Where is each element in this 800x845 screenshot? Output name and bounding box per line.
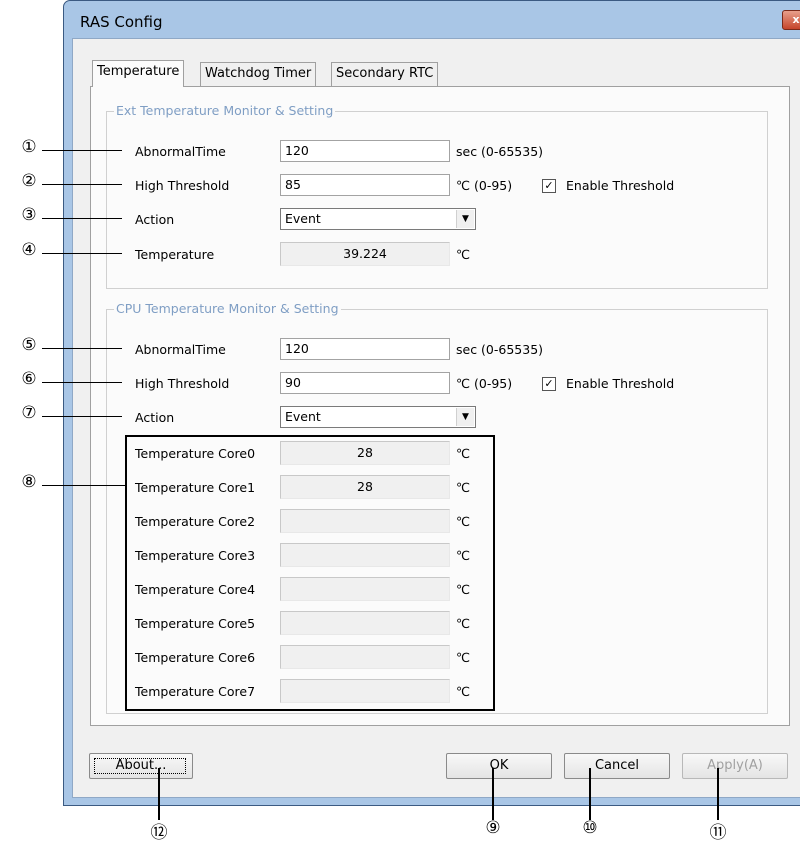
callout-3: ③ bbox=[21, 205, 37, 225]
ext-threshold-input[interactable]: 85 bbox=[280, 174, 450, 196]
leader-line-5 bbox=[42, 348, 122, 349]
chevron-down-icon[interactable]: ▼ bbox=[456, 408, 474, 426]
focus-rectangle bbox=[94, 758, 186, 774]
cpu-action-select[interactable]: Event ▼ bbox=[280, 406, 476, 428]
cpu-abnormaltime-unit: sec (0-65535) bbox=[456, 342, 544, 357]
cpu-action-label: Action bbox=[135, 410, 175, 425]
leader-line-11 bbox=[717, 768, 719, 820]
callout-7: ⑦ bbox=[21, 403, 37, 423]
chevron-down-icon[interactable]: ▼ bbox=[456, 210, 474, 228]
ext-temperature-value: 39.224 bbox=[280, 242, 450, 266]
ext-group-title: Ext Temperature Monitor & Setting bbox=[114, 103, 336, 118]
cpu-enable-threshold-checkbox[interactable]: ✓ bbox=[542, 377, 556, 391]
cancel-button[interactable]: Cancel bbox=[564, 753, 670, 779]
core-temperatures-highlight-box bbox=[125, 435, 495, 711]
callout-10: ⑩ bbox=[582, 818, 598, 838]
cpu-threshold-label: High Threshold bbox=[135, 376, 230, 391]
ext-abnormaltime-input[interactable]: 120 bbox=[280, 140, 450, 162]
cpu-threshold-input[interactable]: 90 bbox=[280, 372, 450, 394]
cpu-enable-threshold-label: Enable Threshold bbox=[566, 376, 675, 391]
ext-action-select[interactable]: Event ▼ bbox=[280, 208, 476, 230]
ext-enable-threshold-label: Enable Threshold bbox=[566, 178, 675, 193]
ext-action-label: Action bbox=[135, 212, 175, 227]
window-title: RAS Config bbox=[80, 13, 163, 31]
tab-temperature[interactable]: Temperature bbox=[92, 60, 185, 87]
cpu-abnormaltime-label: AbnormalTime bbox=[135, 342, 226, 357]
leader-line-4 bbox=[42, 253, 122, 254]
ext-abnormaltime-unit: sec (0-65535) bbox=[456, 144, 544, 159]
ext-abnormaltime-label: AbnormalTime bbox=[135, 144, 226, 159]
cpu-group-title: CPU Temperature Monitor & Setting bbox=[114, 301, 341, 316]
leader-line-12 bbox=[158, 768, 160, 820]
ext-enable-threshold-checkbox[interactable]: ✓ bbox=[542, 179, 556, 193]
ext-threshold-label: High Threshold bbox=[135, 178, 230, 193]
close-button[interactable]: x bbox=[782, 10, 800, 30]
callout-1: ① bbox=[21, 137, 37, 157]
callout-6: ⑥ bbox=[21, 369, 37, 389]
callout-12: ⑫ bbox=[150, 823, 168, 843]
callout-9: ⑨ bbox=[485, 818, 501, 838]
leader-line-6 bbox=[42, 382, 122, 383]
ext-temperature-unit: ℃ bbox=[456, 247, 471, 262]
cpu-action-value: Event bbox=[285, 409, 321, 424]
leader-line-2 bbox=[42, 184, 122, 185]
callout-5: ⑤ bbox=[21, 335, 37, 355]
ext-temperature-label: Temperature bbox=[135, 247, 215, 262]
leader-line-8 bbox=[42, 485, 126, 486]
cpu-threshold-unit: ℃ (0-95) bbox=[456, 376, 513, 391]
apply-button[interactable]: Apply(A) bbox=[682, 753, 788, 779]
tab-secondary-rtc[interactable]: Secondary RTC bbox=[331, 62, 439, 86]
ok-button[interactable]: OK bbox=[446, 753, 552, 779]
leader-line-7 bbox=[42, 416, 122, 417]
ext-action-value: Event bbox=[285, 211, 321, 226]
callout-11: ⑪ bbox=[709, 823, 727, 843]
leader-line-10 bbox=[589, 768, 591, 820]
leader-line-3 bbox=[42, 218, 122, 219]
callout-8: ⑧ bbox=[21, 472, 37, 492]
cpu-abnormaltime-input[interactable]: 120 bbox=[280, 338, 450, 360]
leader-line-9 bbox=[492, 768, 494, 820]
ext-threshold-unit: ℃ (0-95) bbox=[456, 178, 513, 193]
tab-watchdog-timer[interactable]: Watchdog Timer bbox=[200, 62, 317, 86]
leader-line-1 bbox=[42, 150, 122, 151]
callout-2: ② bbox=[21, 171, 37, 191]
callout-4: ④ bbox=[21, 240, 37, 260]
